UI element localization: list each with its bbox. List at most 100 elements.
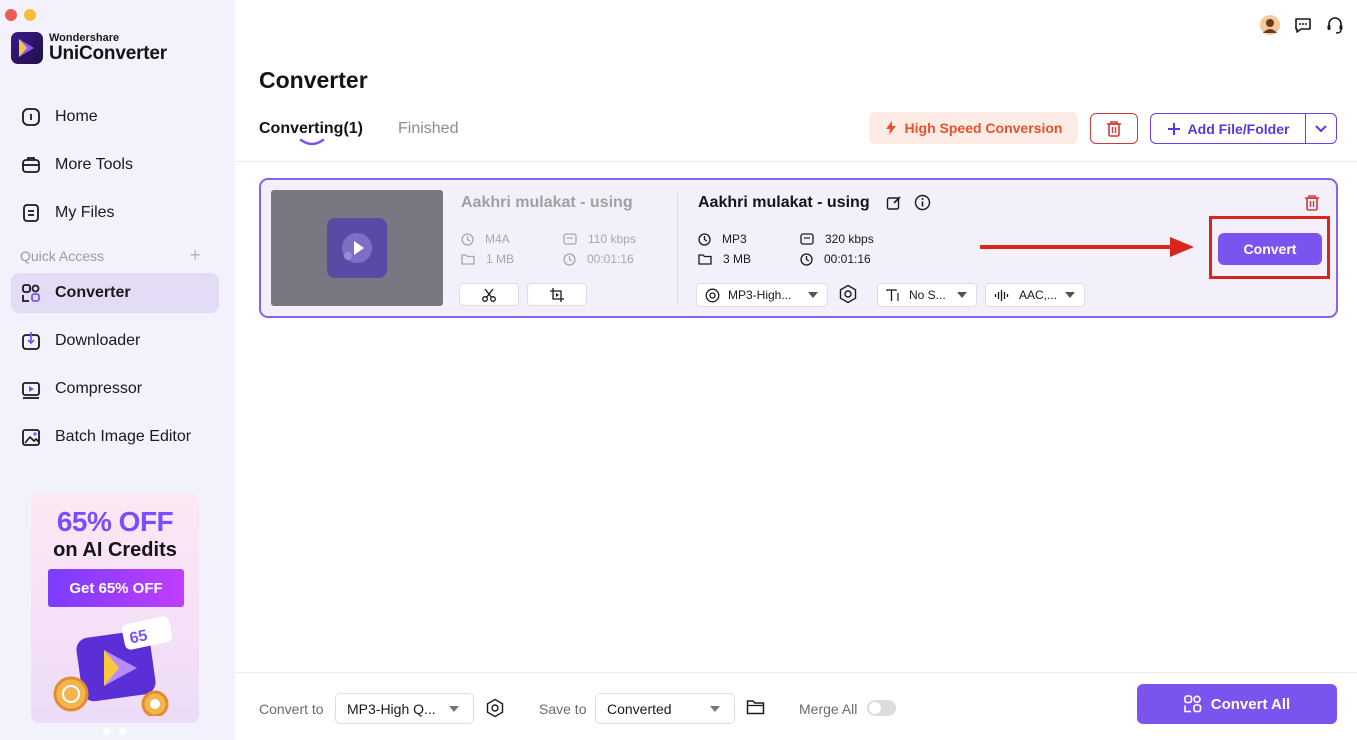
bitrate-icon	[563, 233, 577, 245]
source-format-value: M4A	[485, 232, 510, 246]
sidebar-item-home[interactable]: Home	[11, 97, 219, 137]
convert-to-select[interactable]: MP3-High Q...	[335, 693, 474, 724]
format-preset-icon	[705, 288, 720, 302]
sidebar-item-label: Downloader	[55, 332, 141, 349]
source-duration-value: 00:01:16	[587, 252, 634, 266]
annotation-highlight-box	[1209, 216, 1330, 279]
promo-subline: on AI Credits	[53, 539, 177, 561]
toggle-knob	[869, 702, 881, 714]
promo-banner[interactable]: 65% OFF on AI Credits Get 65% OFF 65	[31, 494, 199, 723]
support-headset-icon[interactable]	[1325, 15, 1345, 35]
scissors-icon	[482, 288, 496, 302]
output-preset-value: MP3-High...	[728, 288, 792, 302]
target-name-actions	[886, 194, 931, 211]
trash-icon	[1107, 120, 1121, 137]
output-settings-button[interactable]	[838, 284, 858, 309]
crop-icon	[550, 287, 564, 302]
tab-converting[interactable]: Converting(1)	[259, 120, 363, 138]
text-icon	[886, 288, 899, 301]
save-to-value: Converted	[607, 700, 672, 717]
remove-file-button[interactable]	[1304, 194, 1320, 217]
sidebar-item-converter[interactable]: Converter	[11, 273, 219, 313]
delete-all-button[interactable]	[1090, 113, 1138, 144]
uniconverter-logo-icon	[11, 32, 43, 64]
sidebar-item-label: Home	[55, 108, 98, 125]
convert-to-value: MP3-High Q...	[347, 700, 436, 717]
merge-all-toggle[interactable]	[867, 700, 896, 716]
edit-icon[interactable]	[886, 195, 902, 211]
target-format-value: MP3	[722, 232, 747, 246]
app-logo: Wondershare UniConverter	[11, 32, 167, 64]
minimize-window-button[interactable]	[24, 9, 36, 21]
page-title: Converter	[259, 67, 368, 93]
source-file-name: Aakhri mulakat - using	[461, 194, 633, 211]
source-size-value: 1 MB	[486, 252, 515, 266]
source-size: 1 MB	[461, 252, 514, 266]
subtitle-select[interactable]: No S...	[877, 283, 977, 307]
file-thumbnail[interactable]	[271, 190, 443, 306]
promo-pager	[103, 728, 126, 735]
folder-icon	[461, 254, 475, 265]
quick-access-label: Quick Access	[20, 248, 105, 264]
high-speed-conversion-button[interactable]: High Speed Conversion	[869, 112, 1078, 144]
target-duration-value: 00:01:16	[824, 252, 871, 266]
folder-open-icon[interactable]	[746, 699, 765, 715]
target-file-name: Aakhri mulakat - using	[698, 194, 870, 211]
footer-divider	[235, 672, 1357, 673]
avatar-icon[interactable]	[1259, 14, 1281, 36]
target-format: MP3	[698, 232, 747, 246]
converter-icon	[1183, 695, 1202, 713]
feedback-icon[interactable]	[1293, 15, 1313, 35]
sidebar-item-downloader[interactable]: Downloader	[11, 321, 219, 361]
promo-illustration-icon: 65	[53, 616, 173, 716]
promo-page-dot[interactable]	[103, 728, 110, 735]
subtitle-value: No S...	[909, 288, 946, 302]
sidebar-item-label: More Tools	[55, 156, 133, 173]
info-icon[interactable]	[914, 194, 931, 211]
home-icon	[22, 108, 40, 126]
convert-all-button[interactable]: Convert All	[1137, 684, 1337, 724]
target-bitrate: 320 kbps	[800, 232, 874, 246]
caret-down-icon	[449, 706, 459, 712]
add-file-folder-button[interactable]: Add File/Folder	[1151, 114, 1305, 143]
lightning-icon	[885, 121, 896, 135]
promo-cta-button[interactable]: Get 65% OFF	[48, 569, 184, 607]
sidebar-item-label: Converter	[55, 284, 131, 301]
promo-headline: 65% OFF	[56, 506, 174, 537]
source-duration: 00:01:16	[563, 252, 634, 266]
save-to-select[interactable]: Converted	[595, 693, 735, 724]
audio-track-select[interactable]: AAC,...	[985, 283, 1085, 307]
file-icon	[23, 204, 39, 222]
close-window-button[interactable]	[5, 9, 17, 21]
crop-button[interactable]	[527, 283, 587, 306]
sidebar-item-more-tools[interactable]: More Tools	[11, 145, 219, 185]
downloader-icon	[22, 332, 40, 350]
sidebar-item-compressor[interactable]: Compressor	[11, 369, 219, 409]
promo-page-dot[interactable]	[119, 728, 126, 735]
caret-down-icon	[1065, 292, 1075, 298]
tab-finished[interactable]: Finished	[398, 120, 458, 138]
sidebar: Wondershare UniConverter Home More Tools…	[0, 0, 235, 740]
trim-button[interactable]	[459, 283, 519, 306]
window-controls	[5, 9, 36, 21]
top-right-toolbar	[1259, 14, 1345, 36]
sidebar-item-my-files[interactable]: My Files	[11, 193, 219, 233]
chevron-down-icon	[1315, 125, 1327, 133]
add-file-dropdown-button[interactable]	[1305, 114, 1336, 143]
toolbox-icon	[22, 157, 40, 173]
sidebar-item-label: Compressor	[55, 380, 143, 397]
output-preset-select[interactable]: MP3-High...	[696, 283, 828, 307]
compressor-icon	[22, 382, 40, 399]
sidebar-item-batch-image-editor[interactable]: Batch Image Editor	[11, 417, 219, 457]
target-duration: 00:01:16	[800, 252, 871, 266]
settings-hex-icon[interactable]	[485, 698, 505, 718]
convert-all-label: Convert All	[1210, 695, 1291, 713]
quick-access-add-button[interactable]: +	[190, 246, 201, 264]
settings-hex-icon	[839, 284, 857, 304]
converter-icon	[22, 284, 40, 302]
target-size: 3 MB	[698, 252, 751, 266]
caret-down-icon	[808, 292, 818, 298]
trash-icon	[1305, 195, 1319, 211]
clock-icon	[563, 252, 576, 266]
caret-down-icon	[710, 706, 720, 712]
